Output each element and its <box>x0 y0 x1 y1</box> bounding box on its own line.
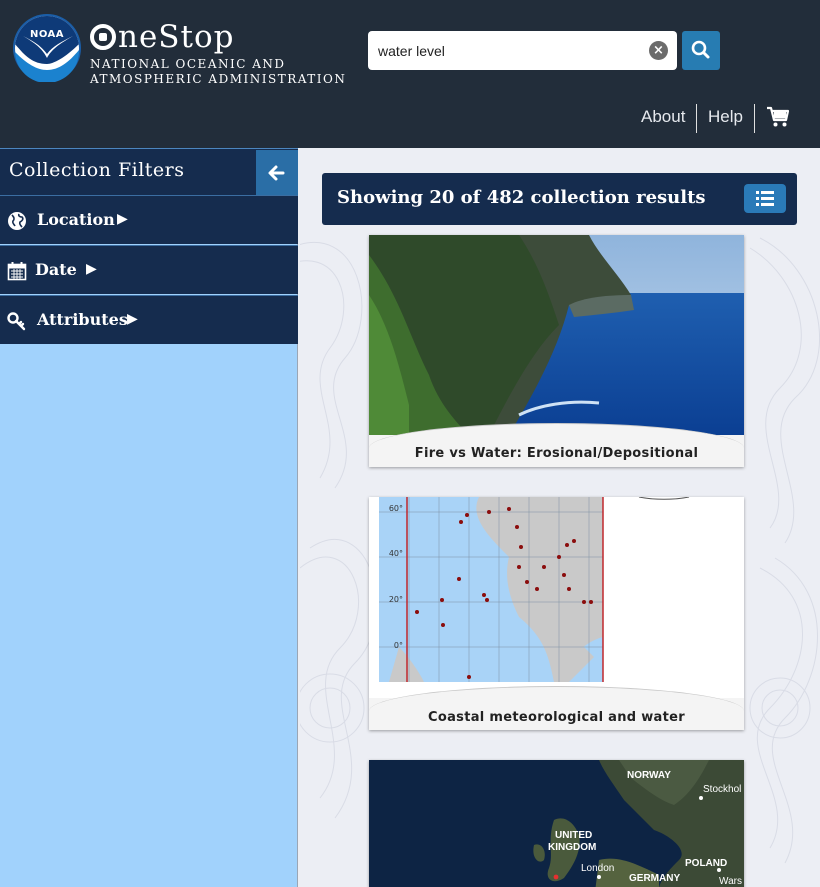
nav-help-link[interactable]: Help <box>708 104 743 130</box>
map-country-label: NORWAY <box>627 770 671 781</box>
map-country-label: UNITED <box>555 830 592 841</box>
map-latitude-label: 20° <box>389 595 403 604</box>
card-title: Fire vs Water: Erosional/Depositional <box>369 423 744 467</box>
satellite-map-image: NORWAY Stockhol UNITED KINGDOM London PO… <box>369 760 744 887</box>
card-title-text: Coastal meteorological and water <box>428 710 685 725</box>
cart-icon[interactable] <box>766 106 790 128</box>
clear-search-button[interactable]: × <box>649 41 668 60</box>
result-card[interactable]: 60° 40° 20° 0° Coastal meteorological an… <box>369 497 744 730</box>
expand-arrow-icon: ▶ <box>117 211 128 227</box>
map-latitude-label: 0° <box>394 641 403 650</box>
header: NOAA neStop NATIONAL OCEANIC AND ATMOSPH… <box>0 0 820 148</box>
filter-attributes[interactable]: Attributes ▶ <box>0 295 298 344</box>
map-city-label: Stockhol <box>703 784 741 795</box>
map-country-label: POLAND <box>685 858 727 869</box>
brand-title-text: neStop <box>118 19 235 55</box>
result-card[interactable]: Fire vs Water: Erosional/Depositional <box>369 235 744 467</box>
expand-arrow-icon: ▶ <box>86 261 97 277</box>
results-count: Showing 20 of 482 collection results <box>337 187 706 208</box>
filter-location-label: Location <box>37 210 115 229</box>
expand-arrow-icon: ▶ <box>127 311 138 327</box>
onestop-o-icon <box>90 24 116 50</box>
filter-attributes-label: Attributes <box>37 310 128 329</box>
map-latitude-label: 60° <box>389 504 403 513</box>
collapse-sidebar-button[interactable] <box>256 150 298 196</box>
globe-icon <box>8 212 26 230</box>
search-button[interactable] <box>682 31 720 70</box>
filters-title: Collection Filters <box>9 159 185 181</box>
map-city-label: Wars <box>719 876 742 887</box>
list-view-button[interactable] <box>744 184 786 213</box>
calendar-icon <box>7 262 27 281</box>
results-header: Showing 20 of 482 collection results <box>322 173 797 225</box>
search-box: × <box>368 31 677 70</box>
list-icon <box>756 191 774 206</box>
card-title-text: Fire vs Water: Erosional/Depositional <box>414 446 699 461</box>
brand[interactable]: neStop NATIONAL OCEANIC AND ATMOSPHERIC … <box>90 18 346 87</box>
logo-text: NOAA <box>30 29 64 40</box>
station-map-image: 60° 40° 20° 0° <box>369 497 744 697</box>
filter-date-label: Date <box>35 260 77 279</box>
coastal-cliffs-image <box>369 235 744 435</box>
search-icon <box>691 40 710 59</box>
filters-sidebar: Collection Filters Location ▶ Date ▶ Att… <box>0 148 298 887</box>
filter-location[interactable]: Location ▶ <box>0 195 298 244</box>
result-card[interactable]: NORWAY Stockhol UNITED KINGDOM London PO… <box>369 760 744 887</box>
nav-divider <box>696 104 697 133</box>
map-latitude-label: 40° <box>389 549 403 558</box>
results-panel: Showing 20 of 482 collection results Fir… <box>300 148 820 887</box>
brand-title: neStop <box>90 18 346 56</box>
card-title: Coastal meteorological and water <box>369 686 744 730</box>
nav-divider <box>754 104 755 133</box>
brand-subtitle-line2: ATMOSPHERIC ADMINISTRATION <box>90 72 347 86</box>
brand-subtitle-line1: NATIONAL OCEANIC AND <box>90 57 286 71</box>
arrow-left-icon <box>268 165 285 181</box>
noaa-logo[interactable]: NOAA <box>13 14 81 82</box>
map-country-label: GERMANY <box>629 873 680 884</box>
nav-about-link[interactable]: About <box>641 104 685 130</box>
map-city-label: London <box>581 863 614 874</box>
filters-header: Collection Filters <box>0 148 298 196</box>
key-icon <box>7 312 26 331</box>
map-country-label: KINGDOM <box>548 842 596 853</box>
filter-date[interactable]: Date ▶ <box>0 245 298 294</box>
search-input[interactable] <box>378 31 638 70</box>
